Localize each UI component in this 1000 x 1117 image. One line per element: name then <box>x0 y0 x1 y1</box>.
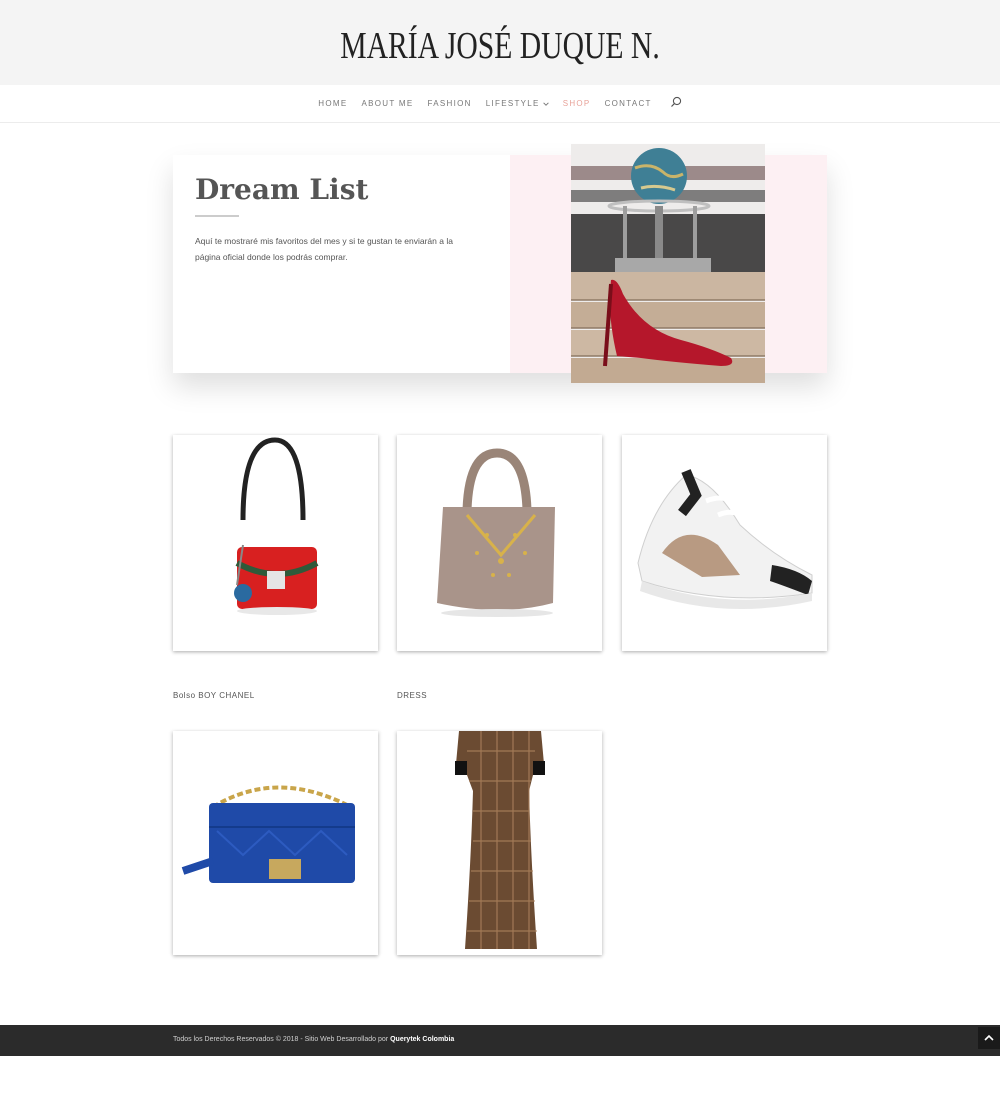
product-image-dress <box>455 731 545 949</box>
product-caption[interactable]: Bolso BOY CHANEL <box>173 691 255 700</box>
product-caption[interactable]: DRESS <box>397 691 427 700</box>
hero-image-globe-shoe <box>571 144 765 383</box>
nav-item-about-me[interactable]: ABOUT ME <box>361 99 413 108</box>
site-logo[interactable]: MARÍA JOSÉ DUQUE N. <box>110 24 890 68</box>
product-image-sneaker <box>637 469 813 609</box>
product-image-taupe-bag <box>437 448 555 617</box>
product-image-red-bag <box>234 437 319 615</box>
product-card-taupe-bag[interactable] <box>397 435 602 651</box>
nav-item-lifestyle-label: LIFESTYLE <box>485 99 540 108</box>
nav-item-fashion[interactable]: FASHION <box>428 99 472 108</box>
product-card-chanel-boy-bag[interactable] <box>173 731 378 955</box>
footer-copyright: Todos los Derechos Reservados © 2018 - S… <box>173 1036 454 1043</box>
title-divider <box>195 215 239 217</box>
footer-developer-link[interactable]: Querytek Colombia <box>390 1036 454 1043</box>
site-footer: Todos los Derechos Reservados © 2018 - S… <box>0 1025 1000 1056</box>
product-card-dress[interactable] <box>397 731 602 955</box>
product-card-red-bag[interactable] <box>173 435 378 651</box>
nav-list: HOME ABOUT ME FASHION LIFESTYLE SHOP CON… <box>0 96 1000 108</box>
nav-item-home[interactable]: HOME <box>318 99 347 108</box>
product-image-blue-bag <box>181 785 355 883</box>
search-icon[interactable] <box>670 96 682 108</box>
chevron-up-icon <box>984 1034 994 1041</box>
main-nav: HOME ABOUT ME FASHION LIFESTYLE SHOP CON… <box>0 85 1000 123</box>
nav-item-lifestyle[interactable]: LIFESTYLE <box>486 99 549 108</box>
footer-copyright-text: Todos los Derechos Reservados © 2018 - S… <box>173 1036 389 1043</box>
back-to-top-button[interactable] <box>978 1027 1000 1049</box>
intro-text: Aquí te mostraré mis favoritos del mes y… <box>195 236 453 262</box>
page-title: Dream List <box>195 173 369 206</box>
nav-item-shop[interactable]: SHOP <box>563 99 591 108</box>
nav-item-contact[interactable]: CONTACT <box>605 99 652 108</box>
chevron-down-icon <box>542 101 549 106</box>
product-card-sneaker[interactable] <box>622 435 827 651</box>
